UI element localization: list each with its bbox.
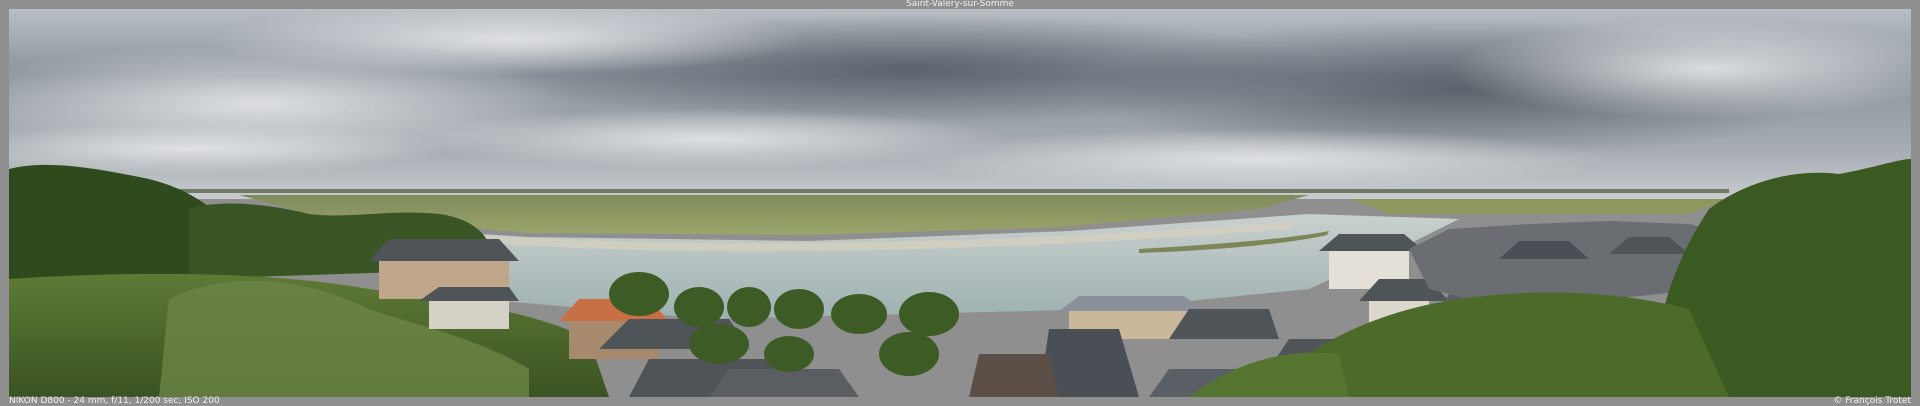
photo-frame: Saint-Valery-sur-Somme NIKON D800 - 24 m… xyxy=(0,0,1920,406)
tree xyxy=(764,336,814,372)
roof xyxy=(969,354,1059,397)
tree xyxy=(831,294,887,334)
photo-credit: © François Trotet xyxy=(1833,396,1911,406)
salt-marsh-right xyxy=(1349,199,1729,214)
camera-info: NIKON D800 - 24 mm, f/11, 1/200 sec, ISO… xyxy=(9,396,220,406)
tree xyxy=(899,292,959,336)
panorama-photo xyxy=(9,9,1911,397)
house xyxy=(429,299,509,329)
roof xyxy=(709,369,859,397)
roof xyxy=(369,239,519,261)
tree xyxy=(609,272,669,316)
image-title: Saint-Valery-sur-Somme xyxy=(906,0,1014,9)
roof xyxy=(1059,296,1204,311)
horizon xyxy=(159,189,1729,193)
tree xyxy=(727,287,771,327)
cloud xyxy=(909,129,1609,189)
tree xyxy=(879,332,939,376)
tree xyxy=(774,289,824,329)
tree xyxy=(689,324,749,364)
panorama-illustration xyxy=(9,9,1911,397)
tree xyxy=(674,287,724,327)
